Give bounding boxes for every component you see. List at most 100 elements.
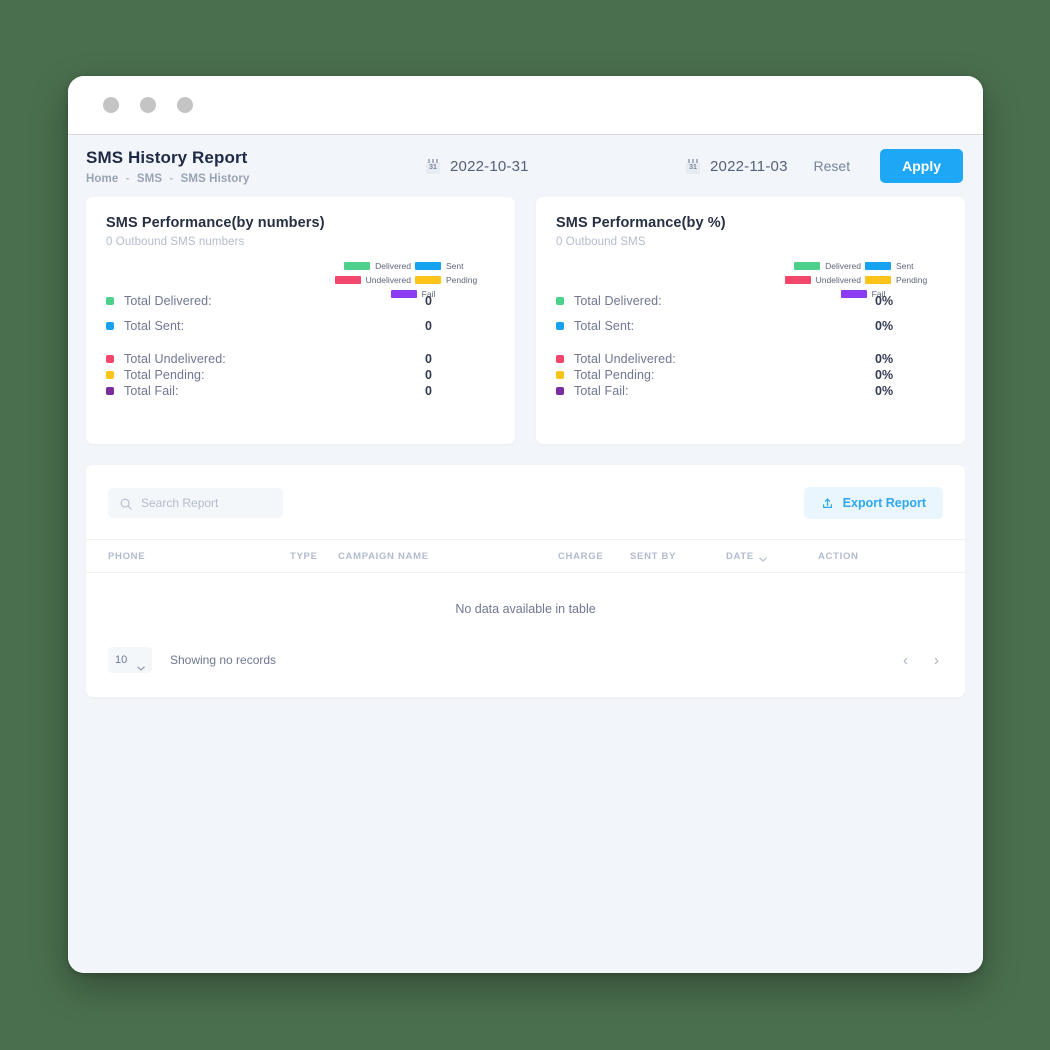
stat-label-total-delivered: Total Delivered:: [124, 294, 212, 308]
breadcrumb-separator: -: [125, 172, 130, 185]
stat-row-total-sent: Total Sent: 0%: [556, 318, 945, 334]
breadcrumb-item-home[interactable]: Home: [86, 173, 118, 185]
window-maximize-dot[interactable]: [177, 97, 193, 113]
stat-row-total-fail: Total Fail: 0%: [556, 383, 945, 399]
search-input[interactable]: [141, 496, 271, 510]
stat-spacer: [106, 343, 495, 351]
stat-label-total-undelivered: Total Undelivered:: [124, 352, 226, 366]
stat-label-total-sent: Total Sent:: [124, 319, 185, 333]
legend-item-delivered[interactable]: Delivered: [783, 261, 861, 271]
export-report-label: Export Report: [842, 496, 926, 510]
legend-label-undelivered: Undelivered: [815, 275, 861, 285]
stat-value-total-sent: 0%: [875, 319, 894, 333]
table-footer: 10 Showing no records ‹ ›: [86, 645, 965, 675]
column-header-charge[interactable]: CHARGE: [558, 551, 630, 562]
reset-button[interactable]: Reset: [806, 152, 859, 180]
breadcrumb-item-sms[interactable]: SMS: [137, 173, 162, 185]
legend-swatch-sent: [865, 262, 891, 270]
legend-item-pending[interactable]: Pending: [865, 275, 943, 285]
legend-swatch-undelivered: [334, 276, 361, 284]
stat-bullet-fail: [106, 387, 114, 395]
window-titlebar: [68, 76, 983, 135]
window-close-dot[interactable]: [103, 97, 119, 113]
breadcrumb: Home - SMS - SMS History: [86, 173, 366, 185]
stat-row-total-fail: Total Fail: 0: [106, 383, 495, 399]
stat-bullet-undelivered: [106, 355, 114, 363]
chevron-down-icon: [137, 658, 145, 670]
title-block: SMS History Report Home - SMS - SMS Hist…: [86, 147, 366, 184]
stat-value-total-pending: 0: [425, 368, 432, 382]
search-box[interactable]: [108, 488, 283, 518]
stat-row-total-delivered: Total Delivered: 0%: [556, 293, 945, 309]
chevron-down-icon: [759, 554, 767, 561]
calendar-icon-day: 31: [689, 163, 697, 171]
legend-item-sent[interactable]: Sent: [415, 261, 493, 271]
stat-bullet-undelivered: [556, 355, 564, 363]
column-header-action[interactable]: ACTION: [818, 551, 898, 562]
breadcrumb-separator: -: [169, 172, 174, 185]
column-header-date-label: DATE: [726, 550, 754, 562]
search-icon: [120, 497, 132, 510]
legend-swatch-pending: [415, 276, 441, 284]
column-header-campaign-name[interactable]: CAMPAIGN NAME: [338, 551, 558, 562]
table-header-row: PHONE TYPE CAMPAIGN NAME CHARGE SENT BY …: [86, 539, 965, 573]
stat-label-total-undelivered: Total Undelivered:: [574, 352, 676, 366]
page-viewport: SMS History Report Home - SMS - SMS Hist…: [68, 135, 983, 973]
legend-item-delivered[interactable]: Delivered: [333, 261, 411, 271]
next-page-button[interactable]: ›: [930, 651, 943, 670]
legend-label-sent: Sent: [446, 261, 464, 271]
stat-value-total-delivered: 0: [425, 294, 432, 308]
breadcrumb-item-sms-history[interactable]: SMS History: [181, 173, 250, 185]
stat-bullet-delivered: [106, 297, 114, 305]
stat-value-total-undelivered: 0: [425, 352, 432, 366]
card-title: SMS Performance(by %): [556, 215, 726, 231]
table-toolbar: Export Report: [86, 465, 965, 539]
legend-swatch-undelivered: [784, 276, 811, 284]
stat-label-total-fail: Total Fail:: [574, 384, 629, 398]
legend-item-undelivered[interactable]: Undelivered: [333, 275, 411, 285]
performance-cards-row: SMS Performance(by numbers) 0 Outbound S…: [68, 197, 983, 444]
stat-row-total-undelivered: Total Undelivered: 0: [106, 351, 495, 367]
column-header-date[interactable]: DATE: [726, 551, 818, 562]
stat-row-total-undelivered: Total Undelivered: 0%: [556, 351, 945, 367]
window-minimize-dot[interactable]: [140, 97, 156, 113]
stat-bullet-sent: [106, 322, 114, 330]
legend-item-undelivered[interactable]: Undelivered: [783, 275, 861, 285]
stat-row-total-sent: Total Sent: 0: [106, 318, 495, 334]
date-from-field[interactable]: 31 2022-10-31: [426, 158, 626, 175]
table-empty-message: No data available in table: [455, 602, 596, 616]
page-header: SMS History Report Home - SMS - SMS Hist…: [68, 135, 983, 197]
legend-label-sent: Sent: [896, 261, 914, 271]
legend-label-pending: Pending: [446, 275, 478, 285]
legend-label-undelivered: Undelivered: [365, 275, 411, 285]
apply-button[interactable]: Apply: [880, 149, 963, 183]
legend-item-sent[interactable]: Sent: [865, 261, 943, 271]
stat-value-total-delivered: 0%: [875, 294, 894, 308]
stat-label-total-fail: Total Fail:: [124, 384, 179, 398]
column-header-phone[interactable]: PHONE: [108, 551, 290, 562]
stat-bullet-fail: [556, 387, 564, 395]
stat-label-total-sent: Total Sent:: [574, 319, 635, 333]
legend-swatch-sent: [415, 262, 441, 270]
stat-bullet-delivered: [556, 297, 564, 305]
stat-value-total-pending: 0%: [875, 368, 894, 382]
stat-value-total-fail: 0: [425, 384, 432, 398]
legend-item-pending[interactable]: Pending: [415, 275, 493, 285]
export-report-button[interactable]: Export Report: [803, 487, 943, 519]
stat-bullet-pending: [556, 371, 564, 379]
column-header-sent-by[interactable]: SENT BY: [630, 551, 726, 562]
sms-performance-by-numbers-card: SMS Performance(by numbers) 0 Outbound S…: [86, 197, 515, 444]
previous-page-button[interactable]: ‹: [899, 651, 912, 670]
column-header-type[interactable]: TYPE: [290, 551, 338, 562]
stats-list: Total Delivered: 0 Total Sent: 0 Total U…: [106, 293, 495, 399]
legend-swatch-delivered: [794, 262, 821, 270]
card-subtitle: 0 Outbound SMS: [556, 236, 646, 248]
calendar-icon: 31: [426, 158, 440, 174]
stat-value-total-fail: 0%: [875, 384, 894, 398]
legend-label-pending: Pending: [896, 275, 928, 285]
page-size-select[interactable]: 10: [108, 647, 152, 673]
legend-swatch-delivered: [344, 262, 371, 270]
card-subtitle: 0 Outbound SMS numbers: [106, 236, 245, 248]
stat-bullet-pending: [106, 371, 114, 379]
stats-list: Total Delivered: 0% Total Sent: 0% Total…: [556, 293, 945, 399]
